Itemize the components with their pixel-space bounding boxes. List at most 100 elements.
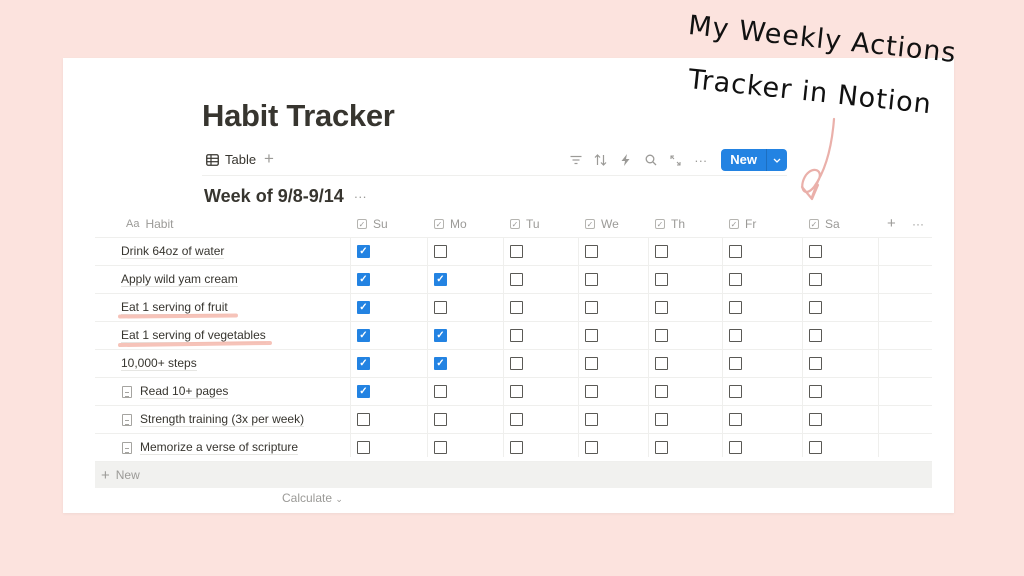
checkbox-cell-we: [585, 378, 598, 405]
add-column-button[interactable]: +: [887, 210, 896, 237]
checkbox-unchecked[interactable]: [729, 301, 742, 314]
sort-button[interactable]: [588, 150, 613, 170]
checkbox-unchecked[interactable]: [585, 245, 598, 258]
view-tab-table[interactable]: Table: [206, 152, 256, 167]
checkbox-checked[interactable]: ✓: [357, 301, 370, 314]
checkbox-unchecked[interactable]: [655, 329, 668, 342]
checkbox-unchecked[interactable]: [434, 245, 447, 258]
search-button[interactable]: [638, 150, 663, 170]
filter-button[interactable]: [563, 150, 588, 170]
checkbox-unchecked[interactable]: [585, 273, 598, 286]
new-dropdown-button[interactable]: [766, 149, 787, 171]
column-more-button[interactable]: ···: [912, 210, 924, 237]
checkbox-checked[interactable]: ✓: [357, 273, 370, 286]
checkbox-unchecked[interactable]: [655, 273, 668, 286]
checkbox-unchecked[interactable]: [655, 245, 668, 258]
checkbox-unchecked[interactable]: [510, 413, 523, 426]
checkbox-unchecked[interactable]: [510, 273, 523, 286]
checkbox-unchecked[interactable]: [434, 413, 447, 426]
checkbox-unchecked[interactable]: [809, 357, 822, 370]
checkbox-unchecked[interactable]: [585, 329, 598, 342]
checkbox-unchecked[interactable]: [729, 357, 742, 370]
checkbox-unchecked[interactable]: [809, 273, 822, 286]
checkbox-unchecked[interactable]: [585, 413, 598, 426]
checkbox-cell-tu: [510, 350, 523, 377]
checkbox-unchecked[interactable]: [809, 245, 822, 258]
group-more-button[interactable]: ···: [354, 189, 367, 204]
checkbox-checked[interactable]: ✓: [434, 329, 447, 342]
column-header-mo[interactable]: ✓ Mo: [434, 210, 467, 237]
checkbox-unchecked[interactable]: [510, 357, 523, 370]
checkbox-unchecked[interactable]: [655, 385, 668, 398]
checkbox-unchecked[interactable]: [585, 357, 598, 370]
table-row[interactable]: Memorize a verse of scripture: [95, 434, 932, 462]
new-button[interactable]: New: [721, 149, 787, 171]
checkbox-unchecked[interactable]: [729, 329, 742, 342]
checkbox-unchecked[interactable]: [729, 273, 742, 286]
checkbox-unchecked[interactable]: [729, 385, 742, 398]
habit-name-cell[interactable]: Read 10+ pages: [122, 378, 229, 405]
more-options-button[interactable]: ···: [688, 150, 713, 170]
checkbox-checked[interactable]: ✓: [434, 357, 447, 370]
checkbox-unchecked[interactable]: [510, 301, 523, 314]
checkbox-unchecked[interactable]: [357, 441, 370, 454]
checkbox-unchecked[interactable]: [510, 385, 523, 398]
checkbox-unchecked[interactable]: [510, 245, 523, 258]
checkbox-checked[interactable]: ✓: [357, 329, 370, 342]
habit-name-cell[interactable]: Strength training (3x per week): [122, 406, 305, 433]
habit-name: Drink 64oz of water: [121, 244, 225, 259]
checkbox-checked[interactable]: ✓: [434, 273, 447, 286]
column-header-sa[interactable]: ✓ Sa: [809, 210, 840, 237]
checkbox-unchecked[interactable]: [434, 385, 447, 398]
table-row[interactable]: Strength training (3x per week): [95, 406, 932, 434]
column-divider: [578, 237, 579, 457]
checkbox-unchecked[interactable]: [809, 329, 822, 342]
habit-name-cell[interactable]: Memorize a verse of scripture: [122, 434, 299, 461]
checkbox-unchecked[interactable]: [809, 385, 822, 398]
checkbox-unchecked[interactable]: [655, 441, 668, 454]
checkbox-cell-we: [585, 266, 598, 293]
checkbox-unchecked[interactable]: [729, 413, 742, 426]
column-header-th[interactable]: ✓ Th: [655, 210, 685, 237]
habit-name-cell[interactable]: Apply wild yam cream: [121, 266, 238, 293]
checkbox-unchecked[interactable]: [357, 413, 370, 426]
column-header-su[interactable]: ✓ Su: [357, 210, 388, 237]
table-row[interactable]: 10,000+ steps ✓ ✓: [95, 350, 932, 378]
checkbox-unchecked[interactable]: [809, 441, 822, 454]
table-row[interactable]: Read 10+ pages ✓: [95, 378, 932, 406]
checkbox-unchecked[interactable]: [809, 413, 822, 426]
add-view-button[interactable]: +: [264, 149, 274, 169]
column-header-fr[interactable]: ✓ Fr: [729, 210, 756, 237]
checkbox-checked[interactable]: ✓: [357, 245, 370, 258]
checkbox-unchecked[interactable]: [510, 441, 523, 454]
habit-name-cell[interactable]: Drink 64oz of water: [121, 238, 225, 265]
column-header-tu[interactable]: ✓ Tu: [510, 210, 540, 237]
checkbox-unchecked[interactable]: [729, 245, 742, 258]
checkbox-checked[interactable]: ✓: [357, 357, 370, 370]
table-row[interactable]: Drink 64oz of water ✓: [95, 238, 932, 266]
table-row[interactable]: Eat 1 serving of vegetables ✓ ✓: [95, 322, 932, 350]
checkbox-checked[interactable]: ✓: [357, 385, 370, 398]
checkbox-cell-th: [655, 322, 668, 349]
checkbox-unchecked[interactable]: [434, 301, 447, 314]
automation-button[interactable]: [613, 150, 638, 170]
checkbox-unchecked[interactable]: [510, 329, 523, 342]
checkbox-unchecked[interactable]: [585, 385, 598, 398]
checkbox-unchecked[interactable]: [585, 301, 598, 314]
checkbox-unchecked[interactable]: [655, 413, 668, 426]
checkbox-unchecked[interactable]: [585, 441, 598, 454]
checkbox-property-icon: ✓: [809, 218, 819, 229]
add-row-button[interactable]: + New: [95, 462, 932, 488]
checkbox-unchecked[interactable]: [434, 441, 447, 454]
table-row[interactable]: Apply wild yam cream ✓ ✓: [95, 266, 932, 294]
habit-name-cell[interactable]: 10,000+ steps: [121, 350, 197, 377]
calculate-button[interactable]: Calculate ⌄: [282, 491, 343, 505]
table-row[interactable]: Eat 1 serving of fruit ✓: [95, 294, 932, 322]
checkbox-unchecked[interactable]: [655, 357, 668, 370]
checkbox-unchecked[interactable]: [655, 301, 668, 314]
expand-button[interactable]: [663, 150, 688, 170]
checkbox-unchecked[interactable]: [809, 301, 822, 314]
column-header-we[interactable]: ✓ We: [585, 210, 619, 237]
column-header-habit[interactable]: Aa Habit: [126, 210, 173, 237]
checkbox-unchecked[interactable]: [729, 441, 742, 454]
